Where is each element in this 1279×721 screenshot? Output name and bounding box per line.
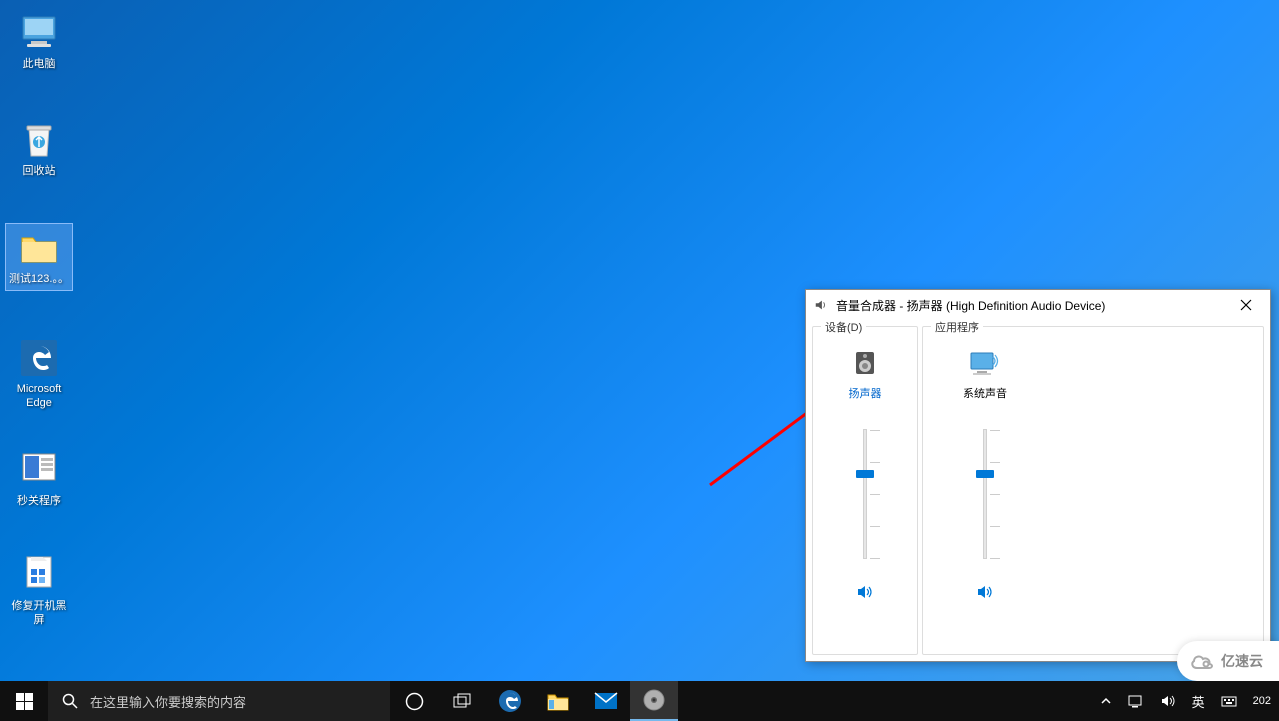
system-tray: 英 202 — [1092, 681, 1279, 721]
taskbar-app-edge[interactable] — [486, 681, 534, 721]
taskbar-app-media[interactable] — [630, 681, 678, 721]
edge-icon — [19, 338, 59, 378]
speaker-icon — [1160, 693, 1176, 709]
desktop-icon-shutdown[interactable]: 秒关程序 — [5, 445, 73, 513]
device-label[interactable]: 扬声器 — [849, 385, 882, 401]
tray-volume[interactable] — [1152, 681, 1184, 721]
this-pc-icon — [19, 13, 59, 53]
mute-button-device[interactable] — [856, 583, 874, 606]
desktop-icon-edge[interactable]: Microsoft Edge — [5, 333, 73, 416]
tray-overflow[interactable] — [1092, 681, 1120, 721]
folder-icon — [19, 228, 59, 268]
cloud-icon — [1189, 650, 1215, 672]
system-sounds-icon[interactable] — [969, 347, 1001, 379]
app-icon — [19, 450, 59, 490]
tray-network[interactable] — [1120, 681, 1152, 721]
slider-thumb[interactable] — [976, 470, 994, 478]
cortana-button[interactable] — [390, 681, 438, 721]
icon-label: 修复开机黑屏 — [8, 599, 70, 628]
search-box[interactable]: 在这里输入你要搜索的内容 — [48, 681, 390, 721]
volume-mixer-window[interactable]: 音量合成器 - 扬声器 (High Definition Audio Devic… — [805, 289, 1271, 662]
search-icon — [62, 693, 78, 709]
window-titlebar[interactable]: 音量合成器 - 扬声器 (High Definition Audio Devic… — [806, 290, 1270, 320]
desktop-icon-recycle-bin[interactable]: 回收站 — [5, 115, 73, 183]
app-label: 系统声音 — [963, 385, 1007, 401]
app-column: 系统声音 — [929, 341, 1041, 648]
icon-label: 秒关程序 — [17, 494, 61, 508]
slider-thumb[interactable] — [856, 470, 874, 478]
mixer-body: 设备(D) 扬声器 应用程序 系统声音 — [806, 320, 1270, 661]
folder-icon — [546, 690, 570, 712]
desktop-icon-folder-test[interactable]: 测试123.。。 — [5, 223, 73, 291]
icon-label: 测试123.。。 — [9, 272, 69, 286]
desktop-icon-repair[interactable]: 修复开机黑屏 — [5, 550, 73, 633]
device-group: 设备(D) 扬声器 — [812, 326, 918, 655]
close-button[interactable] — [1230, 290, 1270, 320]
mute-button-app[interactable] — [976, 583, 994, 606]
taskbar-app-explorer[interactable] — [534, 681, 582, 721]
network-icon — [1128, 694, 1144, 708]
taskbar[interactable]: 在这里输入你要搜索的内容 英 202 — [0, 681, 1279, 721]
desktop-icon-this-pc[interactable]: 此电脑 — [5, 8, 73, 76]
taskbar-app-mail[interactable] — [582, 681, 630, 721]
cortana-icon — [405, 692, 424, 711]
speaker-device-icon[interactable] — [849, 347, 881, 379]
volume-slider-device[interactable] — [863, 429, 867, 559]
apps-group: 应用程序 系统声音 — [922, 326, 1264, 655]
device-column: 扬声器 — [819, 341, 911, 648]
icon-label: 回收站 — [23, 164, 56, 178]
chevron-up-icon — [1100, 695, 1112, 707]
task-view-icon — [453, 693, 471, 709]
tray-ime-keyboard[interactable] — [1213, 681, 1245, 721]
icon-label: Microsoft Edge — [8, 382, 70, 411]
speaker-icon — [814, 298, 828, 312]
volume-slider-app[interactable] — [983, 429, 987, 559]
keyboard-icon — [1221, 694, 1237, 708]
repair-icon — [19, 555, 59, 595]
tray-clock[interactable]: 202 — [1245, 681, 1279, 721]
windows-icon — [16, 693, 33, 710]
mail-icon — [593, 690, 619, 712]
close-icon — [1240, 299, 1252, 311]
window-title: 音量合成器 - 扬声器 (High Definition Audio Devic… — [836, 297, 1105, 314]
search-placeholder: 在这里输入你要搜索的内容 — [90, 692, 246, 711]
watermark: 亿速云 — [1177, 641, 1279, 681]
group-label: 设备(D) — [821, 319, 866, 335]
group-label: 应用程序 — [931, 319, 983, 335]
disc-icon — [642, 688, 666, 712]
recycle-bin-icon — [19, 120, 59, 160]
task-view-button[interactable] — [438, 681, 486, 721]
icon-label: 此电脑 — [23, 57, 56, 71]
start-button[interactable] — [0, 681, 48, 721]
tray-ime-lang[interactable]: 英 — [1184, 681, 1213, 721]
edge-icon — [497, 688, 523, 714]
